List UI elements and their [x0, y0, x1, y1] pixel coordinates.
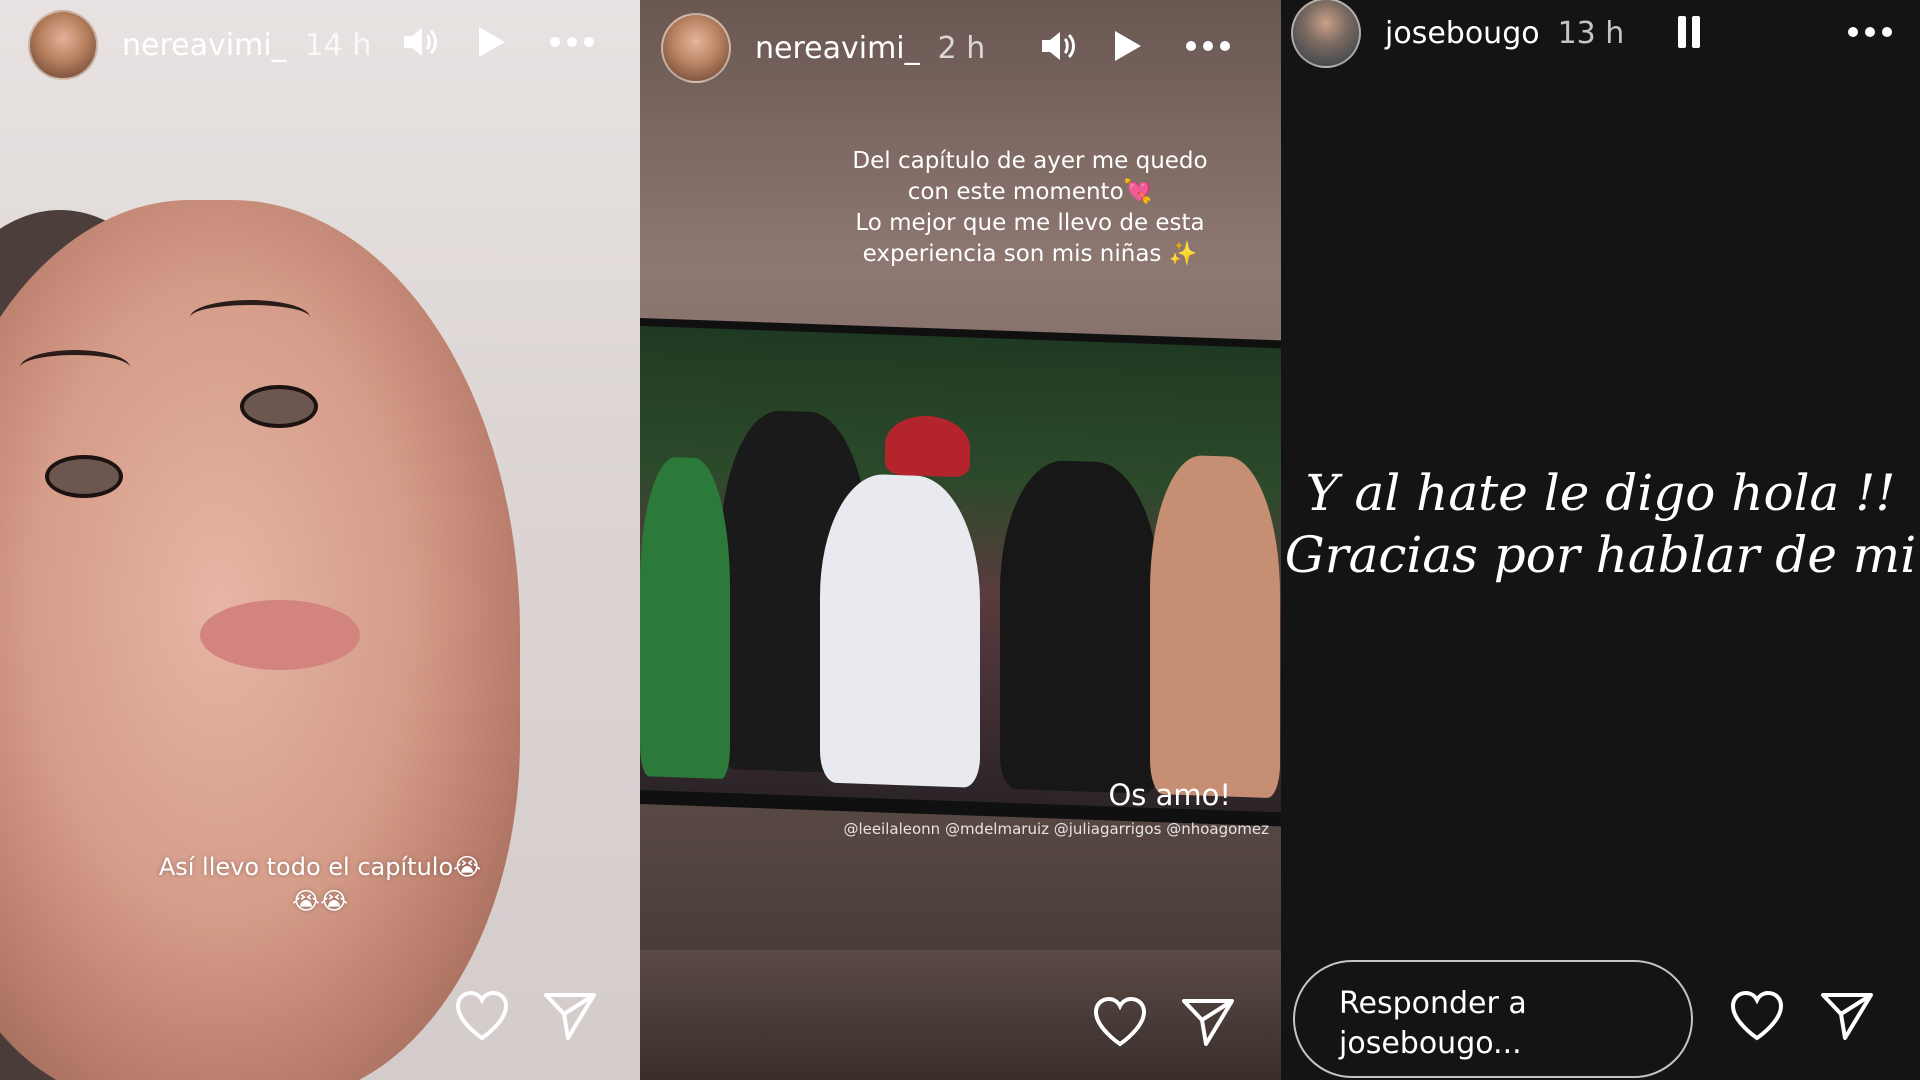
quote-line: Y al hate le digo hola !!: [1305, 464, 1896, 522]
photo-eye-left: [45, 455, 123, 498]
more-icon[interactable]: [548, 18, 596, 66]
send-icon[interactable]: [1819, 990, 1879, 1050]
reply-input[interactable]: Responder a josebougo...: [1293, 960, 1693, 1078]
photo-figure: [1150, 453, 1280, 799]
post-time: 13 h: [1557, 15, 1625, 51]
tv-photo: [640, 318, 1281, 827]
tv-overlay-text: Os amo!: [1108, 778, 1231, 812]
caption-line: experiencia son mis niñas ✨: [862, 241, 1198, 267]
story-quote: Y al hate le digo hola !! Gracias por ha…: [1281, 462, 1920, 586]
caption-line: Del capítulo de ayer me quedo: [852, 148, 1208, 174]
avatar[interactable]: [661, 13, 731, 83]
play-icon[interactable]: [1104, 22, 1152, 70]
tv-screen: [640, 326, 1281, 813]
caption-line: con este momento💘: [907, 179, 1153, 205]
avatar[interactable]: [28, 10, 98, 80]
heart-icon[interactable]: [1092, 996, 1152, 1056]
avatar[interactable]: [1291, 0, 1361, 68]
more-icon[interactable]: [1846, 8, 1894, 56]
photo-figure: [640, 456, 730, 780]
photo-brow-left: [20, 350, 130, 385]
send-icon[interactable]: [542, 990, 602, 1050]
mention-tags[interactable]: @leeilaleonn @mdelmaruiz @juliagarrigos …: [843, 820, 1269, 838]
username[interactable]: josebougo: [1385, 16, 1540, 51]
post-time: 2 h: [937, 30, 986, 66]
story-header: nereavimi_ 14 h: [0, 0, 640, 90]
story-panel-1[interactable]: nereavimi_ 14 h Así llevo todo el capítu…: [0, 0, 640, 1080]
more-icon[interactable]: [1184, 22, 1232, 70]
play-icon[interactable]: [468, 18, 516, 66]
story-header: josebougo 13 h: [1281, 0, 1920, 70]
photo-eye-right: [240, 385, 318, 428]
username[interactable]: nereavimi_: [122, 28, 287, 63]
photo-figure: [1000, 458, 1160, 795]
sound-icon[interactable]: [396, 18, 444, 66]
send-icon[interactable]: [1180, 996, 1240, 1056]
quote-line: Gracias por hablar de mi: [1284, 526, 1917, 584]
heart-icon[interactable]: [1729, 990, 1789, 1050]
caption-line: 😭😭: [291, 887, 349, 915]
caption-line: Lo mejor que me llevo de esta: [855, 210, 1205, 236]
story-caption: Del capítulo de ayer me quedo con este m…: [820, 146, 1240, 270]
story-caption: Así llevo todo el capítulo😭 😭😭: [0, 850, 640, 918]
caption-line: Así llevo todo el capítulo😭: [158, 853, 482, 881]
username[interactable]: nereavimi_: [755, 31, 920, 66]
pause-icon[interactable]: [1665, 8, 1713, 56]
photo-brow-right: [190, 300, 310, 335]
photo-hat: [885, 414, 970, 478]
heart-icon[interactable]: [454, 990, 514, 1050]
story-panel-2[interactable]: nereavimi_ 2 h Del capítulo de ayer me q…: [640, 0, 1281, 1080]
photo-lips: [200, 600, 360, 670]
story-panel-3[interactable]: josebougo 13 h Y al hate le digo hola !!…: [1281, 0, 1920, 1080]
post-time: 14 h: [304, 27, 372, 63]
photo-figure: [820, 472, 980, 788]
sound-icon[interactable]: [1034, 22, 1082, 70]
